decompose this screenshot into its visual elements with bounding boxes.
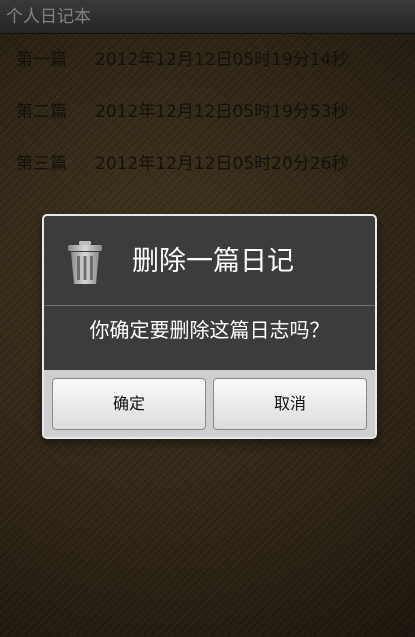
confirm-button[interactable]: 确定 (52, 378, 206, 430)
dialog-title: 删除一篇日记 (132, 246, 294, 277)
delete-dialog: 删除一篇日记 你确定要删除这篇日志吗？ 确定 取消 (42, 214, 377, 439)
cancel-button[interactable]: 取消 (213, 378, 367, 430)
trash-icon (68, 241, 102, 284)
dialog-footer: 确定 取消 (44, 370, 375, 437)
dialog-message: 你确定要删除这篇日志吗？ (89, 318, 330, 342)
dialog-header: 删除一篇日记 (44, 216, 375, 306)
